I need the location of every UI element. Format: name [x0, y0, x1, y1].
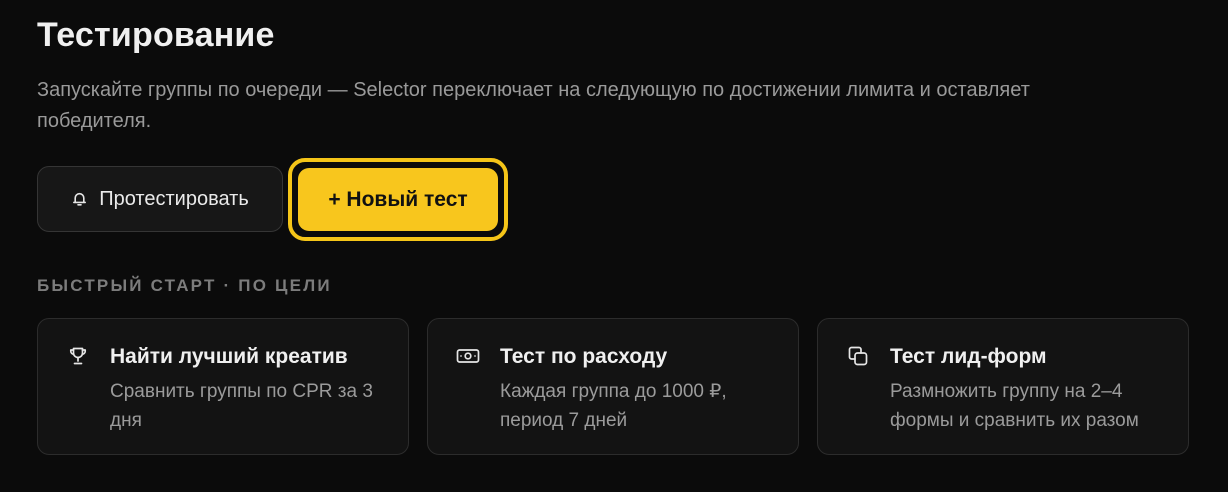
new-test-button[interactable]: + Новый тест	[298, 168, 498, 231]
card-description: Каждая группа до 1000 ₽, период 7 дней	[500, 381, 727, 431]
card-description: Размножить группу на 2–4 формы и сравнит…	[890, 381, 1139, 431]
bell-icon	[71, 191, 87, 207]
trophy-icon	[66, 344, 90, 368]
copy-icon	[846, 344, 870, 368]
test-button[interactable]: Протестировать	[37, 166, 283, 232]
card-title: Тест по расходу	[500, 345, 668, 368]
new-test-button-focus-ring: + Новый тест	[288, 158, 508, 241]
page-subtitle: Запускайте группы по очереди — Selector …	[37, 79, 1030, 132]
page-title: Тестирование	[37, 16, 275, 54]
card-title: Найти лучший креатив	[110, 345, 348, 368]
card-description: Сравнить группы по CPR за 3 дня	[110, 381, 373, 431]
test-button-label: Протестировать	[99, 187, 249, 210]
quick-start-card-spend-test[interactable]: Тест по расходу Каждая группа до 1000 ₽,…	[427, 318, 799, 455]
quick-start-cards: Найти лучший креатив Сравнить группы по …	[37, 318, 1189, 455]
quick-start-label: БЫСТРЫЙ СТАРТ · ПО ЦЕЛИ	[37, 276, 332, 295]
quick-start-card-lead-forms[interactable]: Тест лид-форм Размножить группу на 2–4 ф…	[817, 318, 1189, 455]
card-title: Тест лид-форм	[890, 345, 1047, 368]
quick-start-card-best-creative[interactable]: Найти лучший креатив Сравнить группы по …	[37, 318, 409, 455]
banknote-icon	[456, 344, 480, 368]
